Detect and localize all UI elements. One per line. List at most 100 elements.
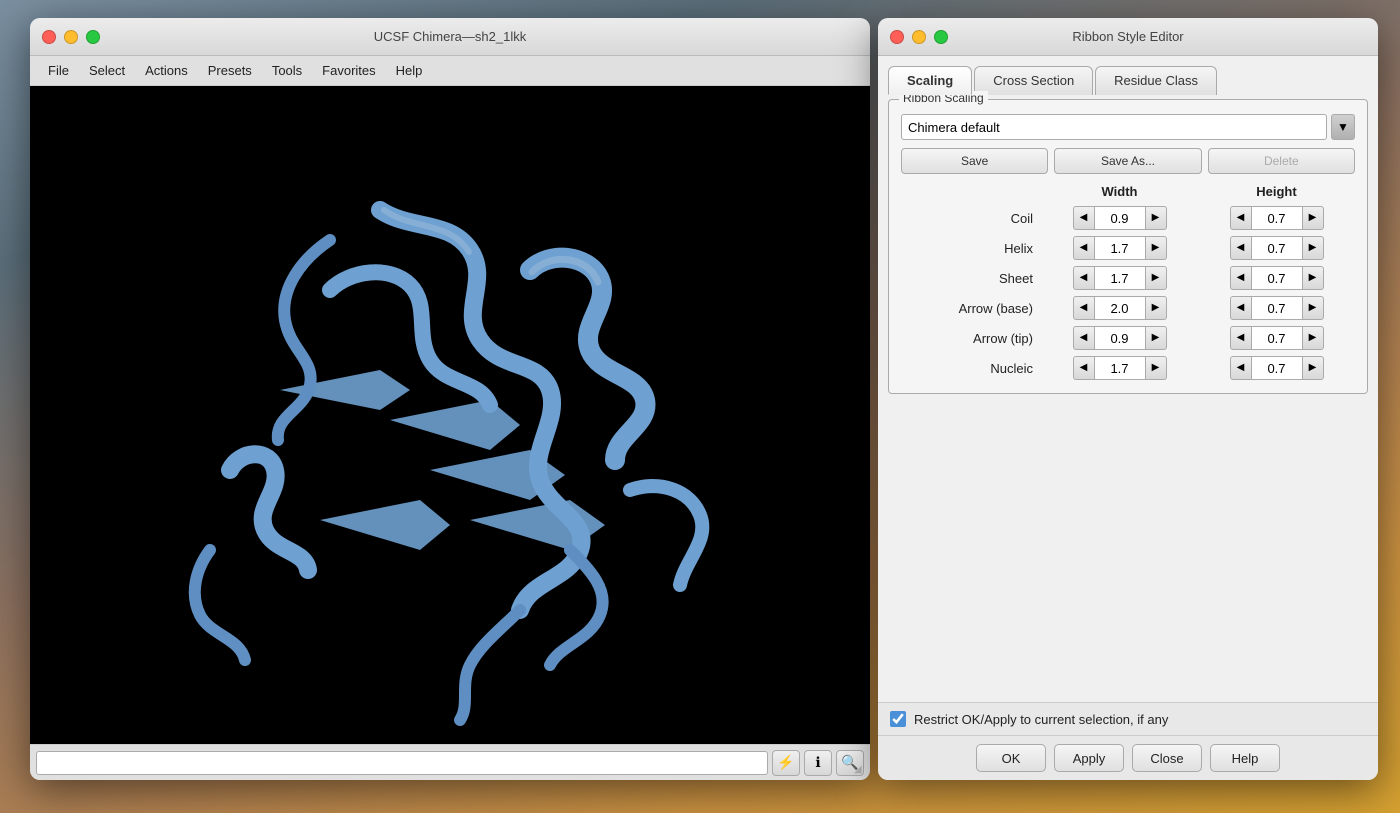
- height-control-4: ◀ ▶: [1198, 326, 1355, 350]
- height-control-3: ◀ ▶: [1198, 296, 1355, 320]
- height-input-4[interactable]: [1252, 326, 1302, 350]
- header-label-col: [901, 184, 1041, 199]
- protein-visualization: [30, 86, 870, 744]
- lightning-icon: ⚡: [777, 754, 794, 771]
- lightning-button[interactable]: ⚡: [772, 750, 800, 776]
- help-button[interactable]: Help: [1210, 744, 1280, 772]
- maximize-button[interactable]: [86, 30, 100, 44]
- height-input-5[interactable]: [1252, 356, 1302, 380]
- rse-traffic-lights: [890, 30, 948, 44]
- height-input-3[interactable]: [1252, 296, 1302, 320]
- save-button[interactable]: Save: [901, 148, 1048, 174]
- minimize-button[interactable]: [64, 30, 78, 44]
- info-icon: ℹ: [815, 754, 820, 771]
- rse-close-button[interactable]: [890, 30, 904, 44]
- save-as-button[interactable]: Save As...: [1054, 148, 1201, 174]
- preset-input[interactable]: [901, 114, 1327, 140]
- preset-dropdown-arrow[interactable]: ▼: [1331, 114, 1355, 140]
- height-dec-4[interactable]: ◀: [1230, 326, 1252, 350]
- menu-tools[interactable]: Tools: [262, 59, 312, 82]
- height-inc-0[interactable]: ▶: [1302, 206, 1324, 230]
- row-label-arrow--base-: Arrow (base): [901, 301, 1041, 316]
- rse-window-title: Ribbon Style Editor: [1072, 29, 1183, 44]
- command-input[interactable]: [36, 751, 768, 775]
- height-dec-5[interactable]: ◀: [1230, 356, 1252, 380]
- delete-button[interactable]: Delete: [1208, 148, 1355, 174]
- menu-actions[interactable]: Actions: [135, 59, 198, 82]
- height-control-5: ◀ ▶: [1198, 356, 1355, 380]
- width-dec-2[interactable]: ◀: [1073, 266, 1095, 290]
- chimera-window-title: UCSF Chimera—sh2_1lkk: [374, 29, 526, 44]
- height-control-0: ◀ ▶: [1198, 206, 1355, 230]
- ribbon-scaling-group: Ribbon Scaling ▼ Save Save As... Delete …: [888, 99, 1368, 394]
- row-label-coil: Coil: [901, 211, 1041, 226]
- width-inc-4[interactable]: ▶: [1145, 326, 1167, 350]
- width-input-0[interactable]: [1095, 206, 1145, 230]
- height-inc-5[interactable]: ▶: [1302, 356, 1324, 380]
- width-input-5[interactable]: [1095, 356, 1145, 380]
- height-dec-0[interactable]: ◀: [1230, 206, 1252, 230]
- width-input-1[interactable]: [1095, 236, 1145, 260]
- preset-row: ▼: [901, 114, 1355, 140]
- table-row: Coil ◀ ▶ ◀ ▶: [901, 203, 1355, 233]
- height-dec-1[interactable]: ◀: [1230, 236, 1252, 260]
- row-label-nucleic: Nucleic: [901, 361, 1041, 376]
- width-inc-3[interactable]: ▶: [1145, 296, 1167, 320]
- close-button-rse[interactable]: Close: [1132, 744, 1202, 772]
- width-input-4[interactable]: [1095, 326, 1145, 350]
- width-inc-2[interactable]: ▶: [1145, 266, 1167, 290]
- height-dec-3[interactable]: ◀: [1230, 296, 1252, 320]
- width-control-3: ◀ ▶: [1041, 296, 1198, 320]
- table-row: Helix ◀ ▶ ◀ ▶: [901, 233, 1355, 263]
- table-row: Nucleic ◀ ▶ ◀ ▶: [901, 353, 1355, 383]
- height-inc-3[interactable]: ▶: [1302, 296, 1324, 320]
- row-label-helix: Helix: [901, 241, 1041, 256]
- height-inc-2[interactable]: ▶: [1302, 266, 1324, 290]
- save-row: Save Save As... Delete: [901, 148, 1355, 174]
- close-button[interactable]: [42, 30, 56, 44]
- width-inc-5[interactable]: ▶: [1145, 356, 1167, 380]
- menu-presets[interactable]: Presets: [198, 59, 262, 82]
- chimera-status-bar: ⚡ ℹ 🔍 ◢: [30, 744, 870, 780]
- height-inc-1[interactable]: ▶: [1302, 236, 1324, 260]
- rse-minimize-button[interactable]: [912, 30, 926, 44]
- rse-maximize-button[interactable]: [934, 30, 948, 44]
- height-control-1: ◀ ▶: [1198, 236, 1355, 260]
- row-label-sheet: Sheet: [901, 271, 1041, 286]
- info-button[interactable]: ℹ: [804, 750, 832, 776]
- height-inc-4[interactable]: ▶: [1302, 326, 1324, 350]
- rse-window: Ribbon Style Editor Scaling Cross Sectio…: [878, 18, 1378, 780]
- chimera-window: UCSF Chimera—sh2_1lkk File Select Action…: [30, 18, 870, 780]
- height-dec-2[interactable]: ◀: [1230, 266, 1252, 290]
- width-inc-0[interactable]: ▶: [1145, 206, 1167, 230]
- tab-residue-class[interactable]: Residue Class: [1095, 66, 1217, 95]
- menu-help[interactable]: Help: [386, 59, 433, 82]
- width-dec-0[interactable]: ◀: [1073, 206, 1095, 230]
- width-dec-4[interactable]: ◀: [1073, 326, 1095, 350]
- apply-button[interactable]: Apply: [1054, 744, 1124, 772]
- width-control-2: ◀ ▶: [1041, 266, 1198, 290]
- restrict-checkbox-label: Restrict OK/Apply to current selection, …: [914, 712, 1168, 727]
- height-input-0[interactable]: [1252, 206, 1302, 230]
- width-dec-5[interactable]: ◀: [1073, 356, 1095, 380]
- menu-file[interactable]: File: [38, 59, 79, 82]
- width-dec-3[interactable]: ◀: [1073, 296, 1095, 320]
- width-inc-1[interactable]: ▶: [1145, 236, 1167, 260]
- tab-cross-section[interactable]: Cross Section: [974, 66, 1093, 95]
- header-height: Height: [1198, 184, 1355, 199]
- checkbox-row: Restrict OK/Apply to current selection, …: [878, 702, 1378, 735]
- height-input-1[interactable]: [1252, 236, 1302, 260]
- menu-select[interactable]: Select: [79, 59, 135, 82]
- rse-titlebar: Ribbon Style Editor: [878, 18, 1378, 56]
- height-input-2[interactable]: [1252, 266, 1302, 290]
- width-dec-1[interactable]: ◀: [1073, 236, 1095, 260]
- menu-favorites[interactable]: Favorites: [312, 59, 385, 82]
- width-control-0: ◀ ▶: [1041, 206, 1198, 230]
- restrict-checkbox[interactable]: [890, 711, 906, 727]
- tab-scaling[interactable]: Scaling: [888, 66, 972, 95]
- width-input-3[interactable]: [1095, 296, 1145, 320]
- resize-handle[interactable]: ◢: [854, 764, 868, 778]
- ok-button[interactable]: OK: [976, 744, 1046, 772]
- width-control-5: ◀ ▶: [1041, 356, 1198, 380]
- width-input-2[interactable]: [1095, 266, 1145, 290]
